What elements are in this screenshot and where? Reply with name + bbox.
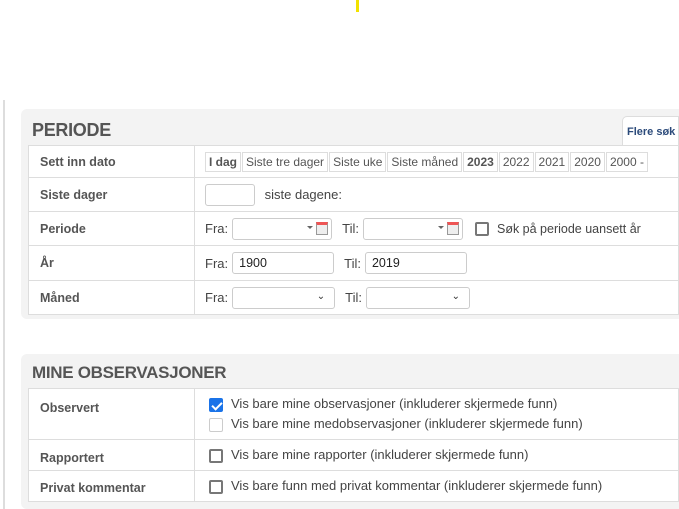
row-label: Periode (28, 211, 195, 246)
tab-flere-sok[interactable]: Flere søk (622, 116, 679, 146)
row-label: År (28, 245, 195, 281)
year-from-input[interactable]: 1900 (232, 252, 335, 274)
left-divider (3, 100, 5, 509)
periode-table: Sett inn dato I dag Siste tre dager Siste … (28, 145, 679, 315)
from-label: Fra: (205, 255, 229, 271)
calendar-icon[interactable] (446, 221, 459, 235)
any-year-checkbox[interactable] (474, 221, 489, 236)
top-marker (356, 0, 359, 12)
my-coobservations-checkbox[interactable] (209, 417, 223, 432)
chevron-down-icon: ⌄ (451, 290, 460, 302)
last-days-input[interactable] (205, 183, 255, 206)
option-label: Vis bare funn med privat kommentar (inkl… (231, 478, 603, 494)
last-days-suffix: siste dagene: (264, 187, 342, 202)
quick-2020-button[interactable]: 2020 (570, 151, 605, 172)
my-observations-checkbox[interactable] (209, 398, 223, 412)
row-month: Måned Fra: ⌄ Til: ⌄ (28, 280, 679, 315)
row-label: Observert (28, 388, 195, 440)
row-label: Sett inn dato (28, 145, 195, 178)
to-label: Til: (345, 290, 362, 305)
row-label: Måned (28, 280, 195, 315)
my-reports-checkbox[interactable] (209, 448, 223, 463)
row-label: Siste dager (28, 177, 195, 212)
chevron-down-icon: ⌄ (316, 290, 326, 302)
section-title: PERIODE (32, 120, 111, 140)
row-label: Privat kommentar (28, 470, 195, 502)
row-year: År Fra: 1900 Til: 2019 (28, 245, 679, 281)
quick-week-button[interactable]: Siste uke (329, 151, 387, 172)
row-private-comment: Privat kommentar Vis bare funn med priva… (28, 470, 679, 502)
to-label: Til: (342, 221, 359, 236)
year-to-input[interactable]: 2019 (364, 252, 467, 274)
mine-observasjoner-panel: MINE OBSERVASJONER Observert Vis bare mi… (21, 354, 679, 509)
option-label: Vis bare mine observasjoner (inkluderer … (231, 396, 558, 412)
quick-2023-button[interactable]: 2023 (463, 151, 498, 172)
month-from-select[interactable]: ⌄ (232, 286, 336, 309)
section-title: MINE OBSERVASJONER (32, 363, 227, 382)
period-to-date-input[interactable] (362, 217, 463, 240)
row-period: Periode Fra: Til: Søk på periode uansett å… (28, 211, 679, 246)
month-to-select[interactable]: ⌄ (365, 286, 470, 309)
quick-3days-button[interactable]: Siste tre dager (242, 151, 329, 172)
row-reported: Rapportert Vis bare mine rapporter (inkl… (28, 439, 679, 471)
to-label: Til: (344, 255, 361, 271)
from-label: Fra: (205, 290, 229, 305)
option-label: Vis bare mine rapporter (inkluderer skje… (231, 447, 529, 463)
from-label: Fra: (205, 221, 229, 236)
quick-2000-button[interactable]: 2000 - (605, 151, 648, 172)
row-insert-date: Sett inn dato I dag Siste tre dager Siste … (28, 145, 679, 178)
quick-today-button[interactable]: I dag (205, 151, 242, 172)
option-label: Vis bare mine medobservasjoner (inkluder… (231, 416, 583, 431)
quick-month-button[interactable]: Siste måned (387, 151, 463, 172)
row-last-days: Siste dager siste dagene: (28, 177, 679, 212)
dropdown-arrow-icon (437, 225, 444, 229)
mine-table: Observert Vis bare mine observasjoner (i… (28, 388, 679, 502)
quick-2021-button[interactable]: 2021 (534, 151, 570, 172)
any-year-label: Søk på periode uansett år (496, 221, 641, 236)
private-comment-checkbox[interactable] (209, 479, 223, 494)
row-label: Rapportert (28, 439, 195, 471)
quick-2022-button[interactable]: 2022 (498, 151, 534, 172)
calendar-icon[interactable] (316, 221, 329, 235)
periode-panel: PERIODE Flere søk Sett inn dato I dag Sis… (21, 109, 679, 319)
dropdown-arrow-icon (307, 225, 314, 229)
row-observed: Observert Vis bare mine observasjoner (i… (28, 388, 679, 440)
period-from-date-input[interactable] (232, 217, 333, 240)
